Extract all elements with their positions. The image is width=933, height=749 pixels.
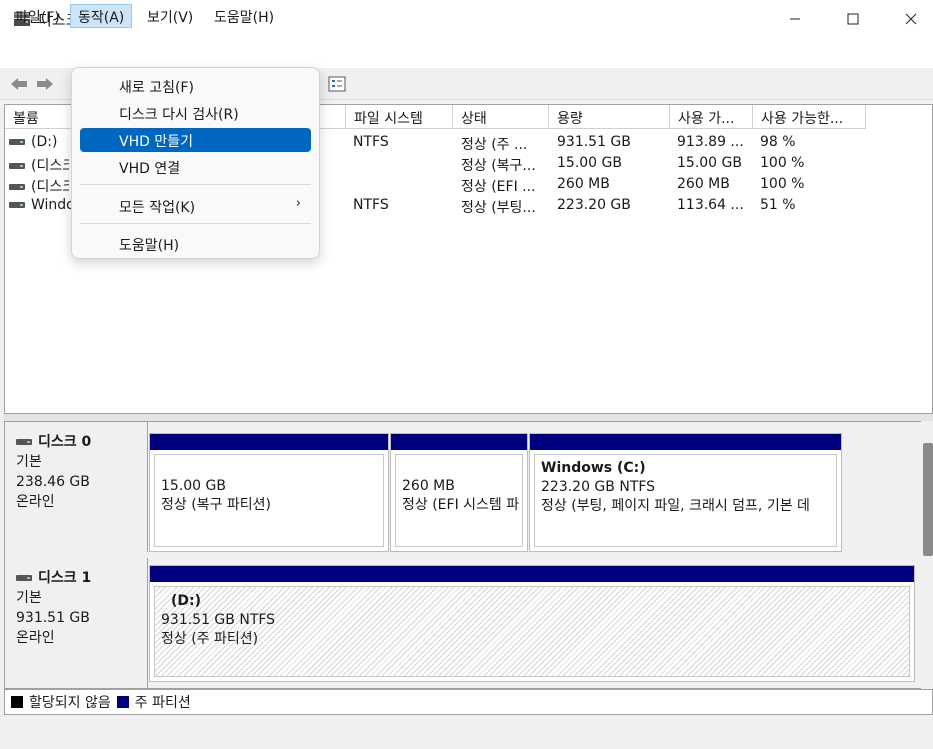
disk-type: 기본: [16, 454, 42, 470]
disk-name: 디스크 0: [38, 434, 92, 450]
scrollbar-thumb[interactable]: [923, 443, 933, 556]
status-bar: [0, 715, 933, 749]
table-cell-fs: NTFS: [353, 134, 389, 150]
column-header-free-space[interactable]: 사용 가...: [670, 105, 753, 129]
forward-arrow-icon[interactable]: [34, 74, 56, 94]
disk-state: 온라인: [16, 630, 55, 646]
column-header-percent-free[interactable]: 사용 가능한...: [753, 105, 866, 129]
partition-size: 223.20 GB NTFS: [541, 479, 656, 495]
partition-status: 정상 (복구 파티션): [161, 497, 271, 513]
drive-icon: [9, 139, 25, 145]
partition-status: 정상 (부팅, 페이지 파일, 크래시 덤프, 기본 데: [541, 498, 810, 514]
partition-size: 260 MB: [402, 478, 455, 494]
menu-item-create-vhd[interactable]: VHD 만들기: [80, 128, 311, 152]
maximize-button[interactable]: [824, 0, 882, 38]
drive-icon: [9, 184, 25, 190]
menu-help[interactable]: 도움말(H): [207, 4, 281, 28]
drive-icon: [16, 575, 32, 581]
menu-bar: [0, 38, 933, 68]
properties-icon[interactable]: [326, 74, 348, 94]
maximize-icon: [847, 13, 859, 25]
disk-1-label[interactable]: 디스크 1 기본 931.51 GB 온라인: [5, 558, 148, 688]
menu-item-help[interactable]: 도움말(H): [80, 232, 311, 256]
table-cell-capacity: 260 MB: [557, 176, 610, 192]
menu-item-attach-vhd[interactable]: VHD 연결: [80, 155, 311, 179]
partition-status: 정상 (주 파티션): [161, 631, 259, 647]
primary-partition-bar: [150, 566, 914, 582]
table-cell-capacity: 223.20 GB: [557, 197, 631, 213]
partition-windows-c[interactable]: Windows (C:) 223.20 GB NTFS 정상 (부팅, 페이지 …: [529, 433, 842, 552]
drive-icon: [9, 202, 25, 208]
table-cell-fs: [353, 176, 443, 197]
minimize-icon: [790, 18, 800, 20]
partition-title: Windows (C:): [541, 460, 646, 476]
disk-0-label[interactable]: 디스크 0 기본 238.46 GB 온라인: [5, 422, 148, 552]
table-row-volume[interactable]: (디스크: [9, 176, 69, 197]
legend: 할당되지 않음 주 파티션: [4, 689, 933, 715]
disk-name: 디스크 1: [38, 570, 92, 586]
column-header-status[interactable]: 상태: [453, 105, 549, 129]
table-cell-status: 정상 (부팅...: [461, 200, 536, 216]
primary-partition-swatch: [116, 696, 129, 708]
menu-file[interactable]: 파일(F): [8, 4, 67, 28]
partition-d[interactable]: (D:) 931.51 GB NTFS 정상 (주 파티션): [149, 565, 915, 682]
table-cell-status: 정상 (EFI ...: [461, 179, 536, 195]
partition-recovery[interactable]: 15.00 GB 정상 (복구 파티션): [149, 433, 389, 552]
table-cell-free: 113.64 ...: [677, 197, 744, 213]
column-header-filesystem[interactable]: 파일 시스템: [346, 105, 453, 129]
primary-partition-bar: [530, 434, 841, 450]
table-row-volume[interactable]: (D:): [9, 134, 69, 155]
legend-primary: 주 파티션: [134, 695, 191, 711]
action-menu-dropdown: 새로 고침(F) 디스크 다시 검사(R) VHD 만들기 VHD 연결 모든 …: [71, 67, 320, 259]
drive-icon: [16, 439, 32, 445]
table-cell-percent: 100 %: [760, 176, 805, 192]
table-cell-free: 15.00 GB: [677, 155, 742, 171]
table-cell-capacity: 931.51 GB: [557, 134, 631, 150]
partition-size: 931.51 GB NTFS: [161, 612, 276, 628]
menu-separator: [80, 184, 311, 185]
disk-state: 온라인: [16, 494, 55, 510]
table-cell-free: 260 MB: [677, 176, 730, 192]
table-row-volume[interactable]: (디스크: [9, 155, 69, 176]
disk-graphical-view[interactable]: 디스크 0 기본 238.46 GB 온라인 15.00 GB 정상 (복구 파…: [4, 421, 933, 689]
table-cell-percent: 98 %: [760, 134, 796, 150]
disk-size: 238.46 GB: [16, 474, 90, 490]
disk-type: 기본: [16, 590, 42, 606]
pane-splitter[interactable]: [4, 414, 933, 421]
table-row-volume[interactable]: Windo: [9, 197, 73, 218]
submenu-arrow-icon: ›: [295, 196, 301, 211]
menu-separator: [80, 223, 311, 224]
legend-unallocated: 할당되지 않음: [29, 695, 111, 711]
table-cell-capacity: 15.00 GB: [557, 155, 622, 171]
table-cell-fs: [353, 155, 443, 176]
menu-item-all-tasks[interactable]: 모든 작업(K) ›: [80, 194, 311, 218]
table-cell-percent: 100 %: [760, 155, 805, 171]
menu-item-rescan-disks[interactable]: 디스크 다시 검사(R): [80, 101, 311, 125]
menu-action[interactable]: 동작(A): [70, 4, 133, 28]
unallocated-swatch: [11, 696, 23, 708]
partition-efi[interactable]: 260 MB 정상 (EFI 시스템 파: [390, 433, 528, 552]
column-header-capacity[interactable]: 용량: [549, 105, 670, 129]
table-cell-free: 913.89 ...: [677, 134, 744, 150]
menu-view[interactable]: 보기(V): [140, 4, 200, 28]
table-cell-fs: NTFS: [353, 197, 389, 213]
primary-partition-bar: [150, 434, 388, 450]
menu-item-refresh[interactable]: 새로 고침(F): [80, 74, 311, 98]
partition-size: 15.00 GB: [161, 478, 226, 494]
table-cell-status: 정상 (주 ...: [461, 137, 528, 153]
partition-title: (D:): [171, 593, 202, 609]
close-icon: [905, 13, 917, 25]
back-arrow-icon[interactable]: [8, 74, 30, 94]
disk-size: 931.51 GB: [16, 610, 90, 626]
drive-icon: [9, 163, 25, 169]
primary-partition-bar: [391, 434, 527, 450]
minimize-button[interactable]: [766, 0, 824, 38]
partition-status: 정상 (EFI 시스템 파: [402, 497, 520, 513]
table-cell-percent: 51 %: [760, 197, 796, 213]
close-button[interactable]: [882, 0, 933, 38]
table-cell-status: 정상 (복구...: [461, 158, 536, 174]
